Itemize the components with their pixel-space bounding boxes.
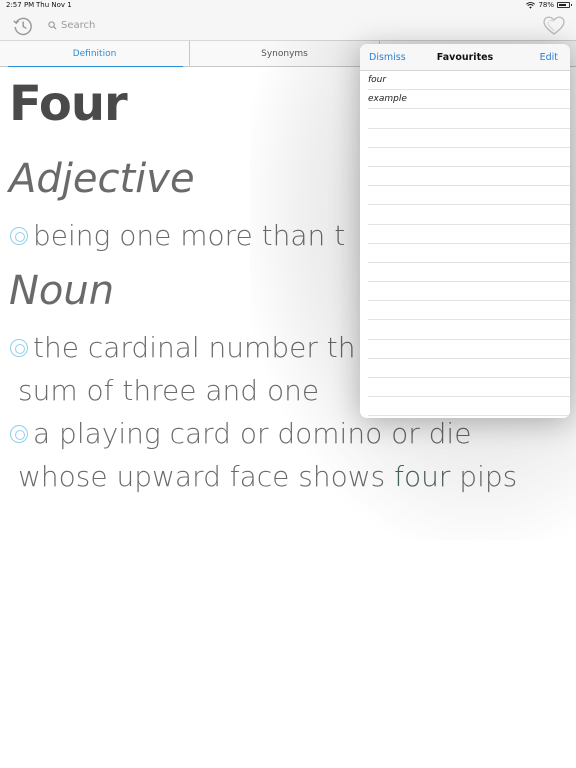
favourites-popover: Dismiss Favourites Edit four example [360, 44, 570, 418]
empty-row [368, 148, 570, 167]
empty-row [368, 109, 570, 129]
empty-row [368, 301, 570, 321]
highlighted-word: four [394, 460, 451, 493]
empty-row [368, 186, 570, 206]
empty-row [368, 225, 570, 244]
empty-row [368, 263, 570, 283]
battery-icon [557, 2, 572, 8]
favourite-item[interactable]: example [368, 90, 570, 110]
edit-button[interactable]: Edit [540, 52, 558, 63]
concentric-circle-icon [10, 339, 28, 357]
heart-icon [543, 16, 565, 35]
empty-row [368, 282, 570, 302]
popover-header: Dismiss Favourites Edit [360, 44, 570, 71]
empty-row [368, 244, 570, 263]
sense-text: being one more than t [33, 219, 346, 252]
favourites-list: four example [360, 71, 570, 417]
clock-history-icon [13, 17, 32, 36]
concentric-circle-icon [10, 425, 28, 443]
empty-row [368, 320, 570, 340]
popover-title: Favourites [436, 52, 494, 63]
empty-row [368, 129, 570, 148]
favourites-button[interactable] [541, 12, 567, 38]
header-bar: Search [0, 11, 576, 40]
search-input[interactable]: Search [44, 16, 344, 34]
empty-row [368, 359, 570, 378]
empty-row [368, 340, 570, 359]
pos-noun: Noun [9, 268, 115, 314]
tab-definition[interactable]: Definition [0, 41, 190, 67]
status-right: 78% [526, 1, 572, 9]
empty-row [368, 205, 570, 225]
magnifier-icon [48, 20, 57, 30]
search-placeholder: Search [61, 19, 96, 31]
sense-text: pips [450, 460, 518, 493]
history-button[interactable] [11, 14, 35, 38]
sense-item: a playing card or domino or die [10, 412, 558, 455]
tab-definition-label: Definition [72, 49, 117, 59]
status-bar: 2:57 PM Thu Nov 1 78% [0, 0, 576, 11]
tab-synonyms-label: Synonyms [261, 49, 308, 59]
sense-text: a playing card or domino or die [33, 417, 472, 450]
tab-synonyms[interactable]: Synonyms [190, 41, 380, 67]
sense-text: the cardinal number th [33, 331, 356, 364]
status-time: 2:57 PM [6, 1, 35, 9]
battery-percent: 78% [538, 1, 554, 9]
pos-adjective: Adjective [9, 156, 195, 202]
sense-text-continued: whose upward face shows four pips [18, 455, 558, 498]
status-date: Thu Nov 1 [36, 1, 72, 9]
sense-text: whose upward face shows [18, 460, 395, 493]
empty-row [368, 167, 570, 187]
headword: Four [9, 76, 128, 132]
wifi-icon [526, 1, 536, 9]
empty-row [368, 378, 570, 398]
favourite-item[interactable]: four [368, 71, 570, 91]
empty-row [368, 397, 570, 417]
concentric-circle-icon [10, 227, 28, 245]
